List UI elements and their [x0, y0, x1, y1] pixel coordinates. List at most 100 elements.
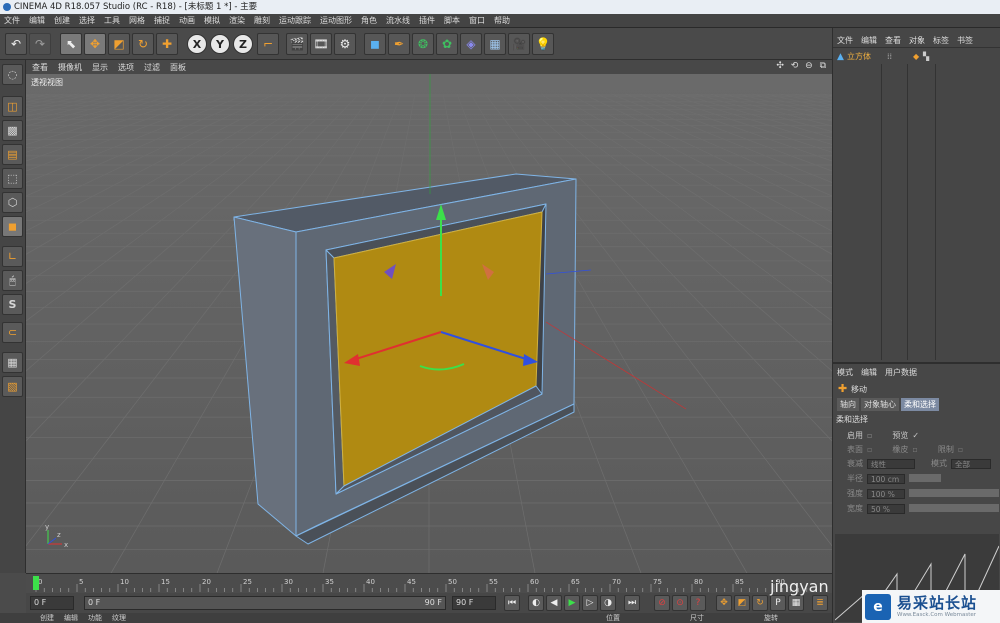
menu-script[interactable]: 脚本 — [444, 15, 460, 26]
object-name[interactable]: 立方体 — [847, 51, 871, 62]
end-frame-field[interactable]: 90 F — [452, 596, 496, 610]
attr-menu-edit[interactable]: 编辑 — [861, 367, 877, 378]
current-frame-field[interactable]: 0 F — [30, 596, 74, 610]
material-tag-icon[interactable]: ▚ — [923, 52, 929, 61]
render-picture-viewer-icon[interactable]: 🎞 — [310, 33, 332, 55]
object-menu-file[interactable]: 文件 — [837, 35, 853, 46]
points-mode-icon[interactable]: ⬚ — [2, 168, 23, 189]
viewport-menu-panel[interactable]: 面板 — [170, 62, 186, 73]
phong-tag-icon[interactable]: ◆ — [913, 52, 919, 61]
strength-field[interactable]: 100 % — [867, 488, 905, 499]
live-select-icon[interactable]: ⬉ — [60, 33, 82, 55]
undo-icon[interactable]: ↶ — [5, 33, 27, 55]
move-tool-icon[interactable]: ✥ — [84, 33, 106, 55]
next-frame-icon[interactable]: ▷ — [582, 595, 598, 611]
magnet-icon[interactable]: ⊂ — [2, 322, 23, 343]
subdivision-surface-icon[interactable]: ❂ — [412, 33, 434, 55]
object-menu-view[interactable]: 查看 — [885, 35, 901, 46]
texture-mode-icon[interactable]: ▩ — [2, 120, 23, 141]
menu-help[interactable]: 帮助 — [494, 15, 510, 26]
frame-range-slider[interactable]: 0 F 90 F — [84, 596, 446, 610]
autokey-icon[interactable]: ⊙ — [672, 595, 688, 611]
floor-environment-icon[interactable]: ▦ — [484, 33, 506, 55]
bottom-menu-texture[interactable]: 纹理 — [112, 613, 126, 623]
enable-checkbox[interactable]: ▫ — [867, 431, 872, 440]
mode-select[interactable]: 全部 — [951, 458, 991, 469]
camera-icon[interactable]: 🎥 — [508, 33, 530, 55]
viewport-menu-options[interactable]: 选项 — [118, 62, 134, 73]
menu-window[interactable]: 窗口 — [469, 15, 485, 26]
menu-character[interactable]: 角色 — [361, 15, 377, 26]
render-view-icon[interactable]: 🎬 — [286, 33, 308, 55]
snap-icon[interactable]: S — [2, 294, 23, 315]
timeline-options-icon[interactable]: ≣ — [812, 595, 828, 611]
model-mode-icon[interactable]: ◫ — [2, 96, 23, 117]
menu-create[interactable]: 创建 — [54, 15, 70, 26]
edges-mode-icon[interactable]: ⬡ — [2, 192, 23, 213]
menu-tools[interactable]: 工具 — [104, 15, 120, 26]
radius-slider[interactable] — [909, 474, 941, 482]
scale-tool-icon[interactable]: ◩ — [108, 33, 130, 55]
tab-axis[interactable]: 轴向 — [837, 398, 859, 411]
menu-plugins[interactable]: 插件 — [419, 15, 435, 26]
menu-mograph[interactable]: 运动图形 — [320, 15, 352, 26]
x-axis-lock-icon[interactable]: X — [187, 34, 207, 54]
next-keyframe-icon[interactable]: ◑ — [600, 595, 616, 611]
key-pla-icon[interactable]: ▦ — [788, 595, 804, 611]
rubber-checkbox[interactable]: ▫ — [912, 445, 917, 454]
object-menu-bookmarks[interactable]: 书签 — [957, 35, 973, 46]
keyframe-selection-icon[interactable]: ? — [690, 595, 706, 611]
playhead[interactable] — [33, 576, 39, 590]
strength-slider[interactable] — [909, 489, 999, 497]
viewport-menu-filter[interactable]: 过滤 — [144, 62, 160, 73]
menu-pipeline[interactable]: 流水线 — [386, 15, 410, 26]
viewport-scene[interactable]: y x z — [26, 74, 832, 573]
object-menu-objects[interactable]: 对象 — [909, 35, 925, 46]
menu-mesh[interactable]: 网格 — [129, 15, 145, 26]
menu-edit[interactable]: 编辑 — [29, 15, 45, 26]
restrict-checkbox[interactable]: ▫ — [958, 445, 963, 454]
rotate-tool-icon[interactable]: ↻ — [132, 33, 154, 55]
perspective-viewport[interactable]: 透视视图 y x z — [26, 74, 832, 573]
record-keyframe-icon[interactable]: ⊘ — [654, 595, 670, 611]
viewport-menu-view[interactable]: 查看 — [32, 62, 48, 73]
object-list-item[interactable]: ▲ 立方体 ⁞⁞ ◆ ▚ — [835, 50, 999, 63]
enable-axis-icon[interactable]: ∟ — [2, 246, 23, 267]
bottom-menu-create[interactable]: 创建 — [40, 613, 54, 623]
deformer-icon[interactable]: ◈ — [460, 33, 482, 55]
prev-frame-icon[interactable]: ◀ — [546, 595, 562, 611]
width-slider[interactable] — [909, 504, 999, 512]
menu-snap[interactable]: 捕捉 — [154, 15, 170, 26]
workplane-mode-icon[interactable]: ▤ — [2, 144, 23, 165]
viewport-menu-display[interactable]: 显示 — [92, 62, 108, 73]
preview-checkbox[interactable]: ✓ — [912, 431, 919, 440]
menu-simulate[interactable]: 模拟 — [204, 15, 220, 26]
viewport-navigation-controls[interactable]: ✣ ⟲ ⊖ ⧉ — [776, 61, 828, 71]
falloff-select[interactable]: 线性 — [867, 458, 915, 469]
key-parameter-icon[interactable]: P — [770, 595, 786, 611]
render-settings-icon[interactable]: ⚙ — [334, 33, 356, 55]
key-scale-icon[interactable]: ◩ — [734, 595, 750, 611]
bottom-menu-edit[interactable]: 编辑 — [64, 613, 78, 623]
array-generator-icon[interactable]: ✿ — [436, 33, 458, 55]
menu-render[interactable]: 渲染 — [229, 15, 245, 26]
attr-menu-mode[interactable]: 模式 — [837, 367, 853, 378]
light-icon[interactable]: 💡 — [532, 33, 554, 55]
object-menu-edit[interactable]: 编辑 — [861, 35, 877, 46]
object-menu-tags[interactable]: 标签 — [933, 35, 949, 46]
play-icon[interactable]: ▶ — [564, 595, 580, 611]
width-field[interactable]: 50 % — [867, 503, 905, 514]
planar-workplane-icon[interactable]: ▧ — [2, 376, 23, 397]
menu-file[interactable]: 文件 — [4, 15, 20, 26]
prev-keyframe-icon[interactable]: ◐ — [528, 595, 544, 611]
goto-start-icon[interactable]: ⏮ — [504, 595, 520, 611]
tweak-mode-icon[interactable]: 🖱 — [2, 270, 23, 291]
menu-sculpt[interactable]: 雕刻 — [254, 15, 270, 26]
cube-object-icon[interactable]: ◼ — [364, 33, 386, 55]
radius-field[interactable]: 100 cm — [867, 473, 905, 484]
timeline-ruler[interactable]: 0 5 10 15 20 25 30 35 40 45 50 55 60 65 70 75 80 85 90 — [26, 573, 832, 594]
timeline-svg[interactable]: 0 5 10 15 20 25 30 35 40 45 50 55 60 65 70 75 80 85 90 — [26, 574, 832, 594]
tab-object-axis[interactable]: 对象轴心 — [861, 398, 899, 411]
redo-icon[interactable]: ↷ — [29, 33, 51, 55]
recent-tool-icon[interactable]: ✚ — [156, 33, 178, 55]
